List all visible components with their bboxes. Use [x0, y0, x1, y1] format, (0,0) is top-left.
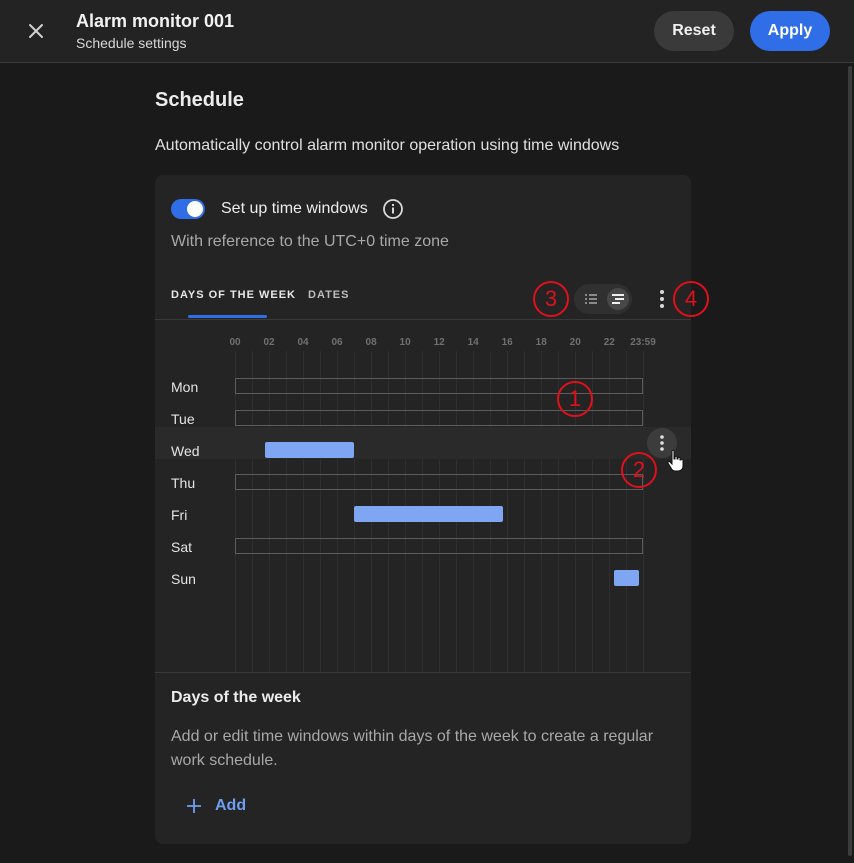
hour-label: 04 — [297, 337, 309, 348]
day-label-mon: Mon — [171, 379, 199, 395]
toggle-label: Set up time windows — [221, 200, 368, 217]
add-button-label: Add — [215, 797, 247, 814]
hour-label: 16 — [501, 337, 513, 348]
grid-line — [643, 351, 644, 672]
info-icon[interactable] — [382, 198, 404, 220]
grid-line — [626, 351, 628, 672]
bottom-divider — [155, 672, 691, 673]
grid-line — [524, 351, 526, 672]
toggle-knob — [187, 201, 203, 217]
hour-label: 14 — [467, 337, 479, 348]
hour-label: 08 — [365, 337, 377, 348]
grid-line — [507, 351, 509, 672]
callout-1: 1 — [557, 381, 593, 417]
day-label-thu: Thu — [171, 475, 196, 491]
empty-day-track[interactable] — [235, 474, 643, 490]
page-title: Alarm monitor 001 — [76, 11, 235, 31]
header-bar: Alarm monitor 001 Schedule settings Rese… — [0, 0, 854, 63]
section-title: Schedule — [155, 89, 244, 111]
hour-label: 22 — [603, 337, 615, 348]
grid-line — [235, 351, 236, 672]
hour-label: 10 — [399, 337, 411, 348]
hour-label: 23:59 — [630, 337, 656, 348]
day-label-sat: Sat — [171, 539, 193, 555]
bottom-description: Add or edit time windows within days of … — [171, 728, 654, 769]
empty-day-track[interactable] — [235, 538, 643, 554]
timeline-view-icon — [612, 294, 624, 304]
hovered-row-highlight — [155, 427, 691, 459]
hour-label: 12 — [433, 337, 445, 348]
grid-line — [286, 351, 288, 672]
callout-3: 3 — [533, 281, 569, 317]
grid-line — [337, 351, 339, 672]
grid-line — [303, 351, 305, 672]
section-description: Automatically control alarm monitor oper… — [155, 137, 620, 154]
hour-label: 06 — [331, 337, 343, 348]
list-view-icon[interactable] — [581, 289, 601, 309]
view-mode-toggle — [574, 284, 632, 314]
grid-line — [269, 351, 271, 672]
callout-4: 4 — [673, 281, 709, 317]
page-subtitle: Schedule settings — [76, 35, 187, 51]
day-label-sun: Sun — [171, 571, 196, 587]
tab-dates[interactable]: DATES — [308, 289, 349, 301]
grid-line — [252, 351, 253, 672]
time-window-bar[interactable] — [613, 570, 640, 586]
timeline-view-button[interactable] — [607, 288, 629, 310]
reset-button[interactable]: Reset — [654, 11, 734, 51]
active-tab-indicator — [188, 315, 267, 318]
day-label-fri: Fri — [171, 507, 188, 523]
tab-days-of-the-week[interactable]: DAYS OF THE WEEK — [171, 289, 296, 301]
apply-button[interactable]: Apply — [750, 11, 830, 51]
scrollbar[interactable] — [848, 66, 852, 856]
schedule-card: Set up time windows With reference to th… — [155, 175, 691, 844]
close-icon — [29, 24, 43, 38]
hour-label: 00 — [229, 337, 241, 348]
grid-line — [320, 351, 322, 672]
time-window-bar[interactable] — [354, 506, 503, 522]
grid-line — [609, 351, 611, 672]
hour-label: 20 — [569, 337, 581, 348]
hand-cursor-icon — [667, 449, 684, 472]
close-button[interactable] — [22, 17, 50, 45]
day-label-wed: Wed — [171, 443, 200, 459]
timezone-note: With reference to the UTC+0 time zone — [171, 233, 449, 250]
time-windows-toggle[interactable] — [171, 199, 205, 219]
hour-label: 02 — [263, 337, 275, 348]
hour-label: 18 — [535, 337, 547, 348]
plus-icon — [187, 799, 201, 813]
bottom-title: Days of the week — [171, 689, 301, 706]
time-window-bar[interactable] — [264, 442, 355, 458]
grid-line — [541, 351, 543, 672]
day-label-tue: Tue — [171, 411, 195, 427]
callout-2: 2 — [621, 452, 657, 488]
more-options-icon[interactable] — [652, 286, 672, 312]
tabs-divider — [155, 319, 691, 320]
